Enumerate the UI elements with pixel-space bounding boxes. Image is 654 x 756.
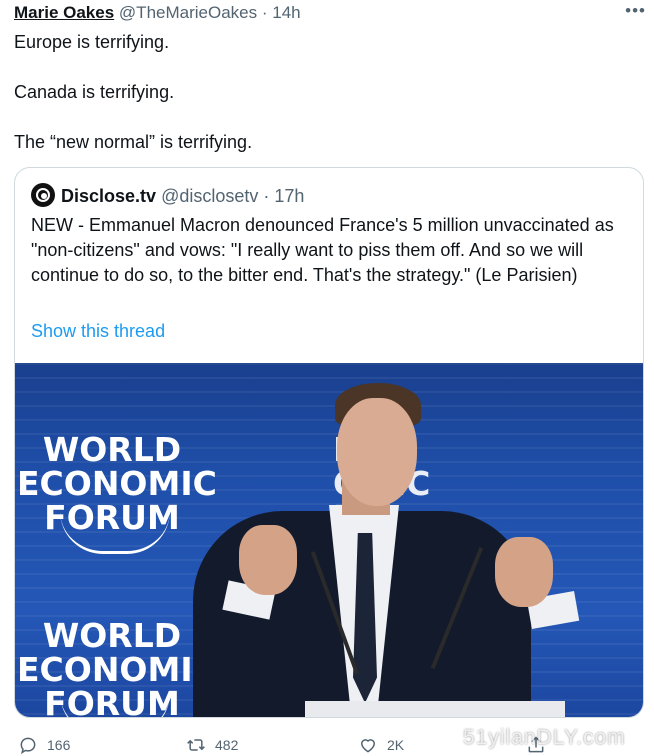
header-separator: · [261, 3, 268, 22]
speaker-face [337, 398, 417, 506]
tweet-line: Canada is terrifying. [14, 82, 175, 102]
reply-count: 166 [47, 737, 71, 753]
lectern [305, 701, 565, 717]
author-name[interactable]: Marie Oakes [14, 3, 114, 22]
retweet-icon [187, 739, 205, 751]
show-thread-link[interactable]: Show this thread [31, 319, 165, 343]
speaker-fist-right [495, 537, 553, 607]
speaker-figure [15, 363, 643, 717]
disclose-tv-avatar-icon[interactable] [31, 183, 55, 208]
site-watermark: 51yilanDLY.com [463, 726, 626, 749]
tweet-text: Europe is terrifying. Canada is terrifyi… [14, 30, 634, 154]
tweet-line: Europe is terrifying. [14, 32, 170, 52]
tweet-header: Marie Oakes @TheMarieOakes · 14h [14, 3, 634, 23]
heart-icon [360, 739, 376, 753]
quoted-author-handle[interactable]: @disclosetv [161, 186, 258, 206]
more-options-icon[interactable]: ••• [625, 2, 646, 19]
quoted-tweet-text: NEW - Emmanuel Macron denounced France's… [31, 215, 614, 285]
quoted-tweet-timestamp[interactable]: 17h [274, 186, 304, 206]
retweet-count: 482 [215, 737, 239, 753]
author-handle[interactable]: @TheMarieOakes [119, 3, 257, 22]
retweet-button[interactable]: 482 [186, 734, 238, 756]
like-button[interactable]: 2K [358, 734, 404, 756]
quoted-tweet-header: Disclose.tv @disclosetv · 17h [31, 183, 304, 209]
reply-button[interactable]: 166 [18, 734, 70, 756]
quoted-author-name[interactable]: Disclose.tv [61, 186, 156, 206]
tweet-photo[interactable]: WORLD ECONOMIC FORUM WORLD ECONOMIC FORU… [15, 363, 643, 717]
like-count: 2K [387, 737, 405, 753]
quoted-tweet[interactable]: Disclose.tv @disclosetv · 17h NEW - Emma… [14, 167, 644, 718]
tweet-timestamp[interactable]: 14h [272, 3, 300, 22]
speaker-fist-left [239, 525, 297, 595]
tweet-line: The “new normal” is terrifying. [14, 132, 253, 152]
quoted-header-separator: · [263, 186, 270, 206]
reply-icon [20, 737, 36, 755]
